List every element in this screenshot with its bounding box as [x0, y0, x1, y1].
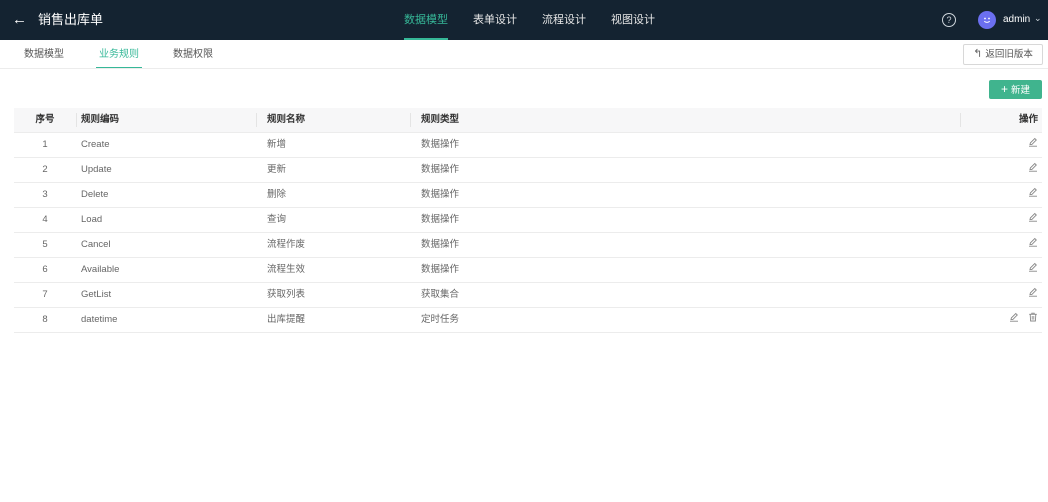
rule-code: GetList [81, 289, 112, 300]
rule-code: Update [81, 164, 112, 175]
rule-code: Create [81, 139, 110, 150]
row-index: 2 [42, 164, 48, 175]
row-actions [1019, 183, 1038, 207]
new-button-label: 新建 [1011, 85, 1031, 96]
tab-data-model[interactable]: 数据模型 [24, 40, 64, 68]
column-header-index: 序号 [35, 114, 55, 125]
rule-code: Load [81, 214, 103, 225]
row-index: 1 [42, 139, 48, 150]
return-button-label: 返回旧版本 [985, 49, 1033, 60]
row-actions [1019, 283, 1038, 307]
column-divider [410, 113, 411, 127]
new-button[interactable]: + 新建 [989, 80, 1042, 99]
rule-type: 数据操作 [421, 264, 460, 275]
table-row: 1 Create 新增 数据操作 [14, 133, 1042, 158]
column-divider [960, 113, 961, 127]
return-arrow-icon: ↰ [973, 48, 983, 60]
column-divider [76, 113, 77, 127]
column-header-type: 规则类型 [421, 114, 460, 125]
arrow-left-icon[interactable]: ← [12, 12, 27, 28]
row-actions [1019, 208, 1038, 232]
table-row: 4 Load 查询 数据操作 [14, 208, 1042, 233]
rule-code: Delete [81, 189, 109, 200]
table-header: 序号 规则编码 规则名称 规则类型 操作 [14, 108, 1042, 133]
trash-icon[interactable] [1028, 308, 1038, 332]
smile-icon [983, 17, 991, 23]
sub-tabs: 数据模型 业务规则 数据权限 [0, 40, 1048, 69]
table-row: 7 GetList 获取列表 获取集合 [14, 283, 1042, 308]
column-divider [256, 113, 257, 127]
edit-icon[interactable] [1028, 133, 1038, 157]
table-row: 6 Available 流程生效 数据操作 [14, 258, 1042, 283]
row-index: 3 [42, 189, 48, 200]
edit-icon[interactable] [1009, 308, 1019, 332]
rule-code: datetime [81, 314, 118, 325]
row-index: 5 [42, 239, 48, 250]
nav-data-model[interactable]: 数据模型 [404, 0, 448, 40]
tab-data-permissions[interactable]: 数据权限 [173, 40, 213, 68]
rules-table: 序号 规则编码 规则名称 规则类型 操作 1 Create 新增 数据操作 2 Updat… [14, 108, 1042, 333]
row-index: 8 [42, 314, 48, 325]
rule-name: 出库提醒 [267, 314, 306, 325]
rule-name: 获取列表 [267, 289, 306, 300]
rule-name: 更新 [267, 164, 287, 175]
edit-icon[interactable] [1028, 258, 1038, 282]
row-actions [1019, 133, 1038, 157]
rule-code: Available [81, 264, 120, 275]
row-index: 7 [42, 289, 48, 300]
edit-icon[interactable] [1028, 208, 1038, 232]
row-actions [1000, 308, 1038, 332]
rule-type: 定时任务 [421, 314, 460, 325]
row-index: 4 [42, 214, 48, 225]
table-row: 8 datetime 出库提醒 定时任务 [14, 308, 1042, 333]
edit-icon[interactable] [1028, 283, 1038, 307]
edit-icon[interactable] [1028, 183, 1038, 207]
edit-icon[interactable] [1028, 233, 1038, 257]
rule-name: 流程生效 [267, 264, 306, 275]
row-actions [1019, 158, 1038, 182]
rule-type: 数据操作 [421, 239, 460, 250]
rule-code: Cancel [81, 239, 111, 250]
plus-icon: + [1000, 82, 1008, 96]
app-title: 销售出库单 [38, 12, 104, 27]
rule-type: 数据操作 [421, 189, 460, 200]
top-nav: 数据模型 表单设计 流程设计 视图设计 [404, 0, 680, 40]
rule-name: 查询 [267, 214, 287, 225]
tab-business-rules[interactable]: 业务规则 [96, 40, 142, 68]
rule-type: 数据操作 [421, 139, 460, 150]
column-header-actions: 操作 [1018, 114, 1038, 125]
row-actions [1019, 233, 1038, 257]
rule-type: 数据操作 [421, 164, 460, 175]
rule-type: 获取集合 [421, 289, 460, 300]
rule-name: 删除 [267, 189, 287, 200]
edit-icon[interactable] [1028, 158, 1038, 182]
table-row: 5 Cancel 流程作废 数据操作 [14, 233, 1042, 258]
chevron-down-icon[interactable]: ⌄ [1034, 13, 1042, 24]
nav-form-design[interactable]: 表单设计 [473, 0, 517, 40]
question-circle-icon[interactable]: ? [942, 13, 956, 27]
column-header-code: 规则编码 [81, 114, 120, 125]
top-bar: ← 销售出库单 数据模型 表单设计 流程设计 视图设计 ? admin ⌄ [0, 0, 1048, 40]
table-row: 2 Update 更新 数据操作 [14, 158, 1042, 183]
column-header-name: 规则名称 [267, 114, 306, 125]
nav-flow-design[interactable]: 流程设计 [542, 0, 586, 40]
return-old-version-button[interactable]: ↰ 返回旧版本 [963, 44, 1043, 65]
table-row: 3 Delete 删除 数据操作 [14, 183, 1042, 208]
rule-name: 流程作废 [267, 239, 306, 250]
avatar[interactable] [978, 11, 996, 29]
rule-type: 数据操作 [421, 214, 460, 225]
user-name[interactable]: admin [1003, 14, 1030, 26]
row-index: 6 [42, 264, 48, 275]
row-actions [1019, 258, 1038, 282]
rule-name: 新增 [267, 139, 287, 150]
nav-view-design[interactable]: 视图设计 [611, 0, 655, 40]
